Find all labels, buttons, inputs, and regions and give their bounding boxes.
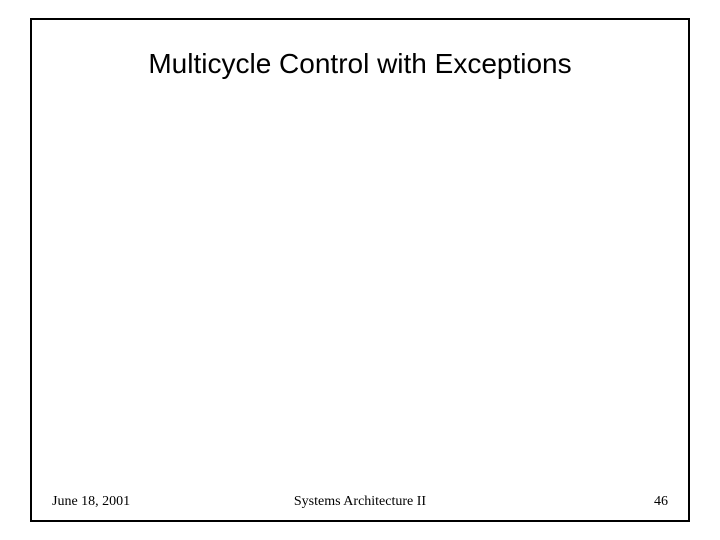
footer-page-number: 46 — [463, 494, 668, 510]
slide-footer: June 18, 2001 Systems Architecture II 46 — [32, 494, 688, 510]
footer-date: June 18, 2001 — [52, 494, 257, 510]
slide-frame: Multicycle Control with Exceptions June … — [30, 18, 690, 522]
slide-title: Multicycle Control with Exceptions — [32, 48, 688, 80]
footer-course: Systems Architecture II — [257, 494, 462, 510]
